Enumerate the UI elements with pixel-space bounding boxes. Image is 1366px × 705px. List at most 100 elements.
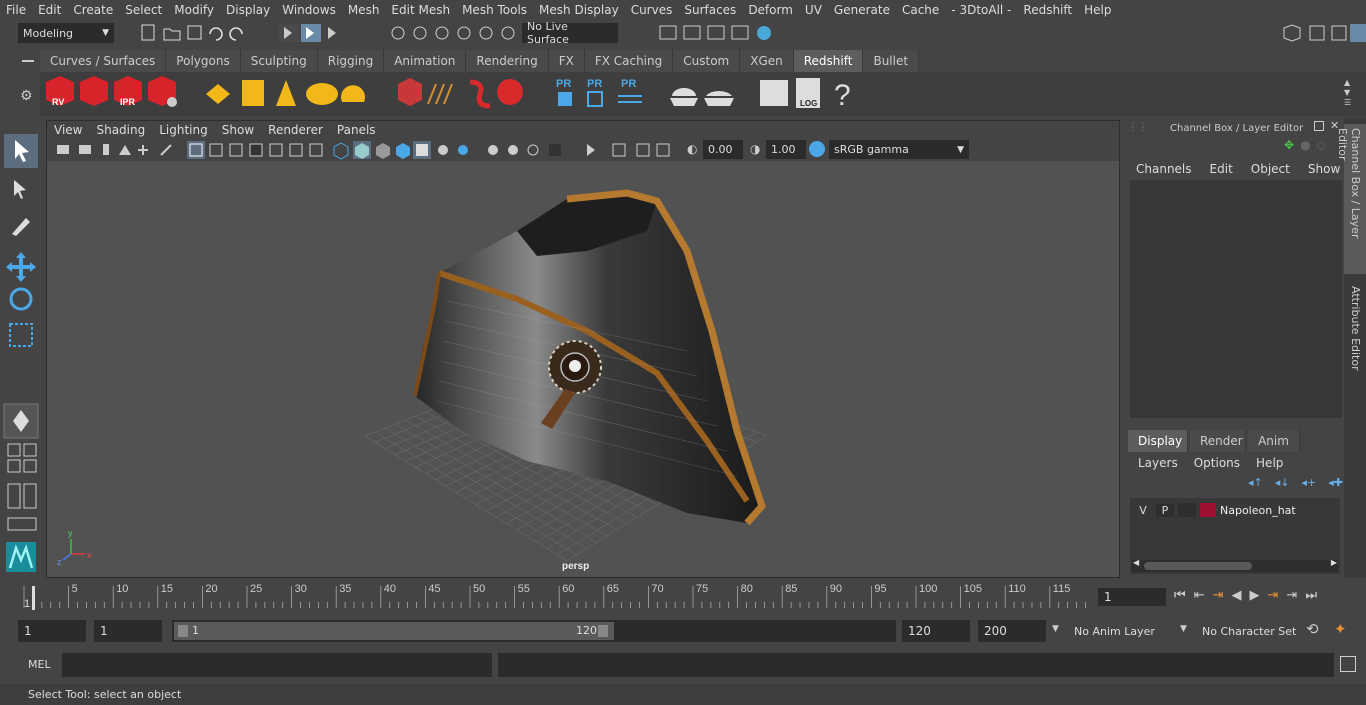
viewport-menu-show[interactable]: Show xyxy=(215,123,261,137)
render-settings-icon[interactable] xyxy=(731,25,749,40)
open-scene-icon[interactable] xyxy=(163,28,181,41)
xray-components-icon[interactable] xyxy=(527,144,539,156)
workspace-icon[interactable] xyxy=(1283,24,1301,42)
camera-attributes-icon[interactable] xyxy=(79,145,91,154)
bookmark-icon[interactable] xyxy=(103,144,109,155)
script-language-toggle[interactable]: MEL xyxy=(28,658,51,671)
toggle-channelbox-icon[interactable] xyxy=(1331,25,1347,41)
playback-end-field[interactable]: 120 xyxy=(902,620,970,642)
xray-icon[interactable] xyxy=(488,145,498,155)
float-panel-icon[interactable] xyxy=(1314,121,1324,131)
use-all-lights-icon[interactable] xyxy=(438,145,448,155)
tab-sculpting[interactable]: Sculpting xyxy=(240,50,318,72)
safe-action-icon[interactable] xyxy=(289,143,303,157)
help-icon[interactable]: ? xyxy=(834,79,851,112)
grid-layout-icon[interactable] xyxy=(23,459,37,473)
teapot-icon[interactable] xyxy=(670,88,698,106)
options-menu[interactable]: Options xyxy=(1194,456,1240,470)
two-sided-lighting-icon[interactable] xyxy=(612,143,626,157)
range-end-handle[interactable] xyxy=(598,625,608,637)
gear-icon[interactable]: ⚙ xyxy=(20,88,33,104)
viewport-menu-lighting[interactable]: Lighting xyxy=(152,123,215,137)
viewport-canvas[interactable]: x y z persp xyxy=(47,161,1119,577)
menu-edit[interactable]: Edit xyxy=(32,3,67,17)
menu-3dtoall[interactable]: - 3DtoAll - xyxy=(945,3,1017,17)
chevron-down-icon[interactable]: ▼ xyxy=(1052,624,1059,634)
layers-menu[interactable]: Layers xyxy=(1138,456,1178,470)
menu-select[interactable]: Select xyxy=(119,3,168,17)
redshift-batch-render-icon[interactable] xyxy=(80,76,108,106)
current-time-indicator[interactable] xyxy=(32,586,35,610)
snap-grid-icon[interactable] xyxy=(391,26,405,40)
redshift-curve-icon[interactable] xyxy=(469,79,491,109)
tab-curves-surfaces[interactable]: Curves / Surfaces xyxy=(40,50,167,72)
menu-redshift[interactable]: Redshift xyxy=(1017,3,1078,17)
step-forward-key-icon[interactable]: ⇥ xyxy=(1286,588,1297,603)
xray-joints-icon[interactable] xyxy=(508,145,518,155)
range-bar[interactable]: 1 120 xyxy=(172,620,896,642)
two-d-pan-icon[interactable] xyxy=(138,145,148,155)
graph-layout-icon[interactable] xyxy=(7,517,37,531)
isolate-select-icon[interactable] xyxy=(587,144,595,156)
playback-start-field[interactable]: 1 xyxy=(94,620,162,642)
layer-playback-toggle[interactable]: P xyxy=(1156,503,1174,517)
channel-sync-icon[interactable]: ● xyxy=(1300,138,1310,152)
end-frame-field[interactable]: 200 xyxy=(978,620,1046,642)
start-frame-field[interactable]: 1 xyxy=(18,620,86,642)
pr-sync-icon[interactable]: PR xyxy=(618,78,642,103)
layer-color-swatch[interactable] xyxy=(1200,503,1216,517)
menu-windows[interactable]: Windows xyxy=(276,3,342,17)
new-scene-icon[interactable] xyxy=(141,24,155,41)
save-scene-icon[interactable] xyxy=(187,25,202,40)
shelf-menu-icon[interactable] xyxy=(22,60,34,62)
single-layout-icon[interactable] xyxy=(7,443,21,457)
colorspace-dropdown[interactable]: sRGB gamma ▼ xyxy=(829,140,969,159)
redshift-proxy-icon[interactable] xyxy=(206,84,230,104)
viewport-menu-panels[interactable]: Panels xyxy=(330,123,383,137)
default-material-icon[interactable] xyxy=(396,143,410,159)
character-set-dropdown[interactable]: No Character Set xyxy=(1196,620,1298,642)
chevron-left-icon[interactable]: ◀ xyxy=(1133,558,1139,567)
render-current-icon[interactable] xyxy=(683,25,701,40)
tab-rigging[interactable]: Rigging xyxy=(317,50,385,72)
redshift-sphere-icon[interactable] xyxy=(497,79,523,105)
select-component-icon[interactable] xyxy=(328,27,336,39)
chevron-down-icon[interactable]: ▼ xyxy=(1180,624,1187,634)
script-editor-icon[interactable] xyxy=(760,80,788,106)
time-slider[interactable]: 5 10 15 20 25 30 35 40 45 50 55 60 65 70 75 80 85 90 95 100… xyxy=(0,580,1366,612)
tab-animation[interactable]: Animation xyxy=(384,50,467,72)
menu-surfaces[interactable]: Surfaces xyxy=(678,3,742,17)
go-to-end-icon[interactable]: ⏭ xyxy=(1305,588,1317,603)
redshift-dome-light-icon[interactable] xyxy=(306,83,338,105)
paint-select-icon[interactable] xyxy=(12,218,30,236)
chevron-right-icon[interactable]: ▶ xyxy=(1331,558,1337,567)
channels-menu[interactable]: Channels xyxy=(1136,162,1192,176)
tab-fx-caching[interactable]: FX Caching xyxy=(584,50,674,72)
move-layer-down-icon[interactable]: ◂↓ xyxy=(1275,476,1290,489)
side-layout-icon[interactable] xyxy=(7,459,21,473)
live-surface-field[interactable]: No Live Surface xyxy=(522,20,618,46)
viewport-menu-view[interactable]: View xyxy=(47,123,89,137)
redshift-ipr-icon[interactable]: IPR xyxy=(114,76,142,107)
layer-display-type[interactable] xyxy=(1178,503,1196,517)
step-forward-frame-icon[interactable]: ⇥ xyxy=(1268,588,1279,603)
menu-file[interactable]: File xyxy=(0,3,32,17)
animation-preferences-icon[interactable]: ✦ xyxy=(1334,620,1347,638)
tab-anim-layers[interactable]: Anim xyxy=(1248,430,1300,452)
snap-curve-icon[interactable] xyxy=(413,26,427,40)
textured-icon[interactable] xyxy=(416,144,428,156)
snap-point-icon[interactable] xyxy=(435,26,449,40)
redshift-light-icon[interactable] xyxy=(276,80,296,106)
camera-select-icon[interactable] xyxy=(57,145,69,154)
tab-custom[interactable]: Custom xyxy=(673,50,741,72)
viewport-menu-shading[interactable]: Shading xyxy=(89,123,152,137)
redshift-render-view-icon[interactable]: RV xyxy=(46,76,74,107)
wireframe-on-shaded-icon[interactable] xyxy=(376,143,390,159)
image-plane-icon[interactable] xyxy=(119,145,131,155)
layer-scrollbar[interactable]: ◀ ▶ xyxy=(1132,558,1338,572)
menu-create[interactable]: Create xyxy=(67,3,119,17)
redshift-volume-icon[interactable] xyxy=(398,78,422,106)
time-ruler[interactable]: 5 10 15 20 25 30 35 40 45 50 55 60 65 70 75 80 85 90 95 100… xyxy=(18,580,1110,612)
channel-edit-menu[interactable]: Edit xyxy=(1210,162,1233,176)
menu-uv[interactable]: UV xyxy=(799,3,828,17)
